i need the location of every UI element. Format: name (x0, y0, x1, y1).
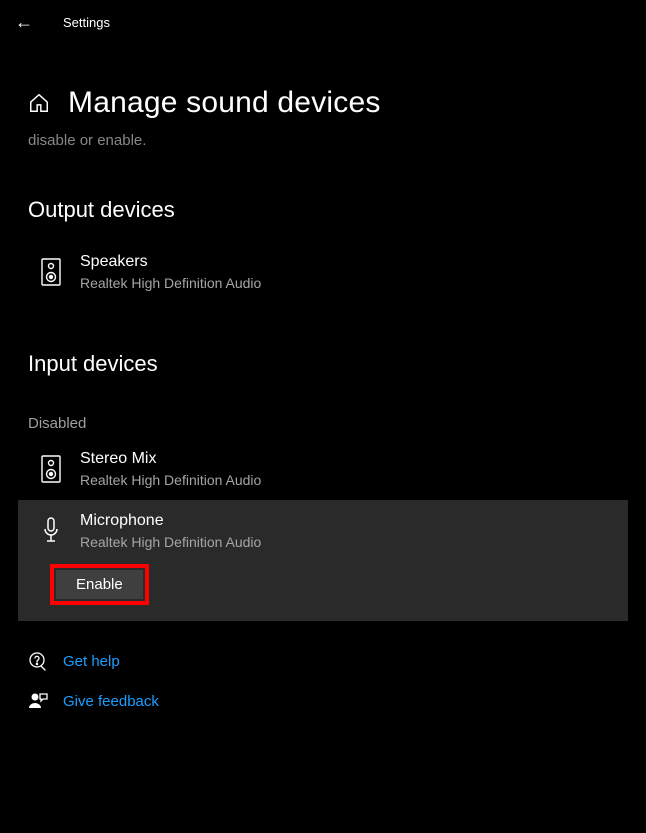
link-label: Give feedback (63, 693, 159, 710)
speaker-icon (40, 257, 62, 287)
give-feedback-link[interactable]: Give feedback (28, 691, 618, 711)
device-subtitle: Realtek High Definition Audio (80, 472, 261, 488)
description-truncated: disable or enable. (0, 130, 646, 149)
device-name: Microphone (80, 512, 261, 530)
home-icon[interactable] (28, 92, 50, 114)
device-name: Stereo Mix (80, 450, 261, 468)
link-label: Get help (63, 653, 120, 670)
back-button[interactable]: ← (15, 12, 33, 33)
device-item-microphone[interactable]: Microphone Realtek High Definition Audio… (18, 500, 628, 621)
device-subtitle: Realtek High Definition Audio (80, 275, 261, 291)
enable-button-highlight: Enable (50, 564, 149, 605)
help-icon (28, 651, 48, 671)
output-devices-heading: Output devices (0, 149, 646, 241)
get-help-link[interactable]: Get help (28, 651, 618, 671)
device-subtitle: Realtek High Definition Audio (80, 534, 261, 550)
feedback-icon (28, 691, 48, 711)
speaker-icon (40, 454, 62, 484)
device-item-speakers[interactable]: Speakers Realtek High Definition Audio (0, 241, 646, 303)
microphone-icon (40, 516, 62, 546)
disabled-label: Disabled (0, 395, 646, 438)
window-title: Settings (63, 15, 110, 30)
page-title: Manage sound devices (68, 86, 381, 120)
device-item-stereo-mix[interactable]: Stereo Mix Realtek High Definition Audio (0, 438, 646, 500)
enable-button[interactable]: Enable (56, 570, 143, 599)
device-name: Speakers (80, 253, 261, 271)
input-devices-heading: Input devices (0, 303, 646, 395)
